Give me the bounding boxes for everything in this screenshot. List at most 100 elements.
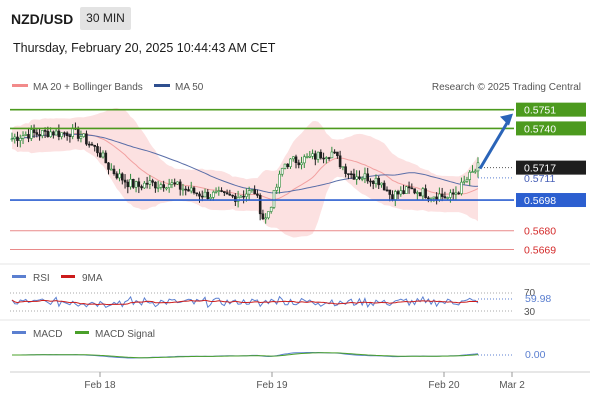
candle-body — [107, 162, 110, 170]
candle-body — [278, 173, 281, 188]
candle-body — [57, 130, 61, 137]
candle-body — [159, 184, 163, 188]
candle-body — [217, 190, 221, 192]
candle-body — [118, 173, 121, 179]
candle-body — [382, 182, 386, 191]
candle-body — [195, 192, 198, 195]
candle-body — [184, 188, 187, 191]
candle-body — [85, 133, 88, 145]
candle-body — [457, 192, 461, 195]
candle-body — [38, 134, 41, 136]
candle-body — [165, 187, 168, 190]
candle-body — [134, 181, 138, 188]
rsi-legend-label: RSI — [33, 273, 50, 284]
candle-body — [101, 152, 105, 158]
candle-body — [245, 193, 248, 197]
candle-body — [258, 195, 262, 215]
candle-body — [427, 197, 430, 200]
candle-body — [404, 186, 408, 194]
candle-body — [421, 188, 425, 197]
rsi-value-label: 59.98 — [525, 293, 551, 305]
candle-body — [129, 179, 132, 188]
candle-body — [358, 176, 361, 179]
candle-body — [178, 181, 182, 190]
candle-body — [140, 186, 143, 189]
candle-body — [13, 136, 17, 140]
candle-body — [32, 129, 36, 133]
candle-body — [52, 131, 55, 136]
candle-body — [289, 158, 292, 167]
candle-body — [443, 196, 447, 199]
candle-body — [336, 151, 339, 157]
candle-body — [371, 180, 375, 184]
candle-body — [29, 129, 33, 139]
candle-body — [374, 178, 378, 185]
candle-body — [239, 195, 243, 198]
macd-signal-legend-label: MACD Signal — [95, 329, 155, 340]
level-label-0.5698: 0.5698 — [524, 195, 556, 207]
candle-body — [16, 136, 19, 141]
candle-body — [220, 190, 223, 192]
candle-body — [63, 132, 66, 134]
candle-body — [330, 151, 334, 159]
candle-body — [173, 182, 176, 185]
candle-body — [223, 191, 226, 194]
candle-body — [156, 187, 160, 189]
level-label-0.5669: 0.5669 — [524, 244, 556, 256]
candle-body — [385, 189, 389, 192]
price-chart: MA 20 + Bollinger Bands MA 50 Research ©… — [0, 82, 590, 391]
candle-body — [24, 134, 28, 136]
candle-body — [308, 156, 312, 158]
candle-body — [311, 153, 314, 157]
x-label-feb19: Feb 19 — [256, 380, 288, 391]
candle-body — [327, 157, 331, 159]
candle-body — [189, 187, 193, 192]
rsi-ma-legend-label: 9MA — [82, 273, 103, 284]
ma50-legend-swatch — [154, 84, 170, 87]
candle-body — [460, 181, 463, 194]
candle-body — [349, 173, 353, 175]
bollinger-legend-label: MA 20 + Bollinger Bands — [33, 82, 143, 93]
candle-body — [468, 171, 472, 180]
candle-body — [27, 134, 30, 139]
macd-value-label: 0.00 — [525, 349, 546, 361]
candle-body — [76, 128, 80, 139]
macd-line — [12, 351, 479, 359]
candle-body — [112, 168, 116, 175]
macd-legend-swatch — [12, 331, 26, 334]
candle-body — [209, 197, 212, 200]
ma-value-label: 0.5711 — [524, 173, 555, 185]
candle-body — [347, 173, 350, 175]
target-arrow-shaft — [478, 118, 511, 170]
candle-body — [432, 196, 436, 199]
candle-body — [54, 130, 58, 136]
macd-legend-label: MACD — [33, 329, 62, 340]
candle-body — [272, 190, 276, 208]
candle-body — [87, 143, 91, 146]
candle-body — [471, 171, 474, 173]
candle-body — [352, 173, 356, 180]
candle-body — [93, 145, 96, 147]
candle-body — [137, 181, 141, 187]
rsi-layer — [10, 292, 514, 312]
candle-body — [324, 157, 328, 159]
candle-body — [167, 184, 171, 189]
candle-body — [43, 130, 47, 132]
candle-body — [71, 127, 74, 137]
candle-body — [440, 193, 444, 197]
candle-body — [415, 192, 419, 194]
candle-body — [391, 194, 394, 200]
ma50-legend-label: MA 50 — [175, 82, 204, 93]
candle-body — [393, 191, 397, 200]
candle-body — [225, 192, 229, 195]
candle-body — [360, 178, 364, 180]
candle-body — [198, 193, 201, 197]
candle-body — [10, 138, 14, 140]
candle-body — [60, 132, 63, 137]
level-label-0.5740: 0.5740 — [524, 123, 556, 135]
candle-body — [21, 135, 25, 139]
candle-body — [267, 211, 270, 219]
candle-body — [253, 189, 256, 195]
candle-body — [300, 162, 303, 165]
level-label-0.5680: 0.5680 — [524, 226, 556, 238]
